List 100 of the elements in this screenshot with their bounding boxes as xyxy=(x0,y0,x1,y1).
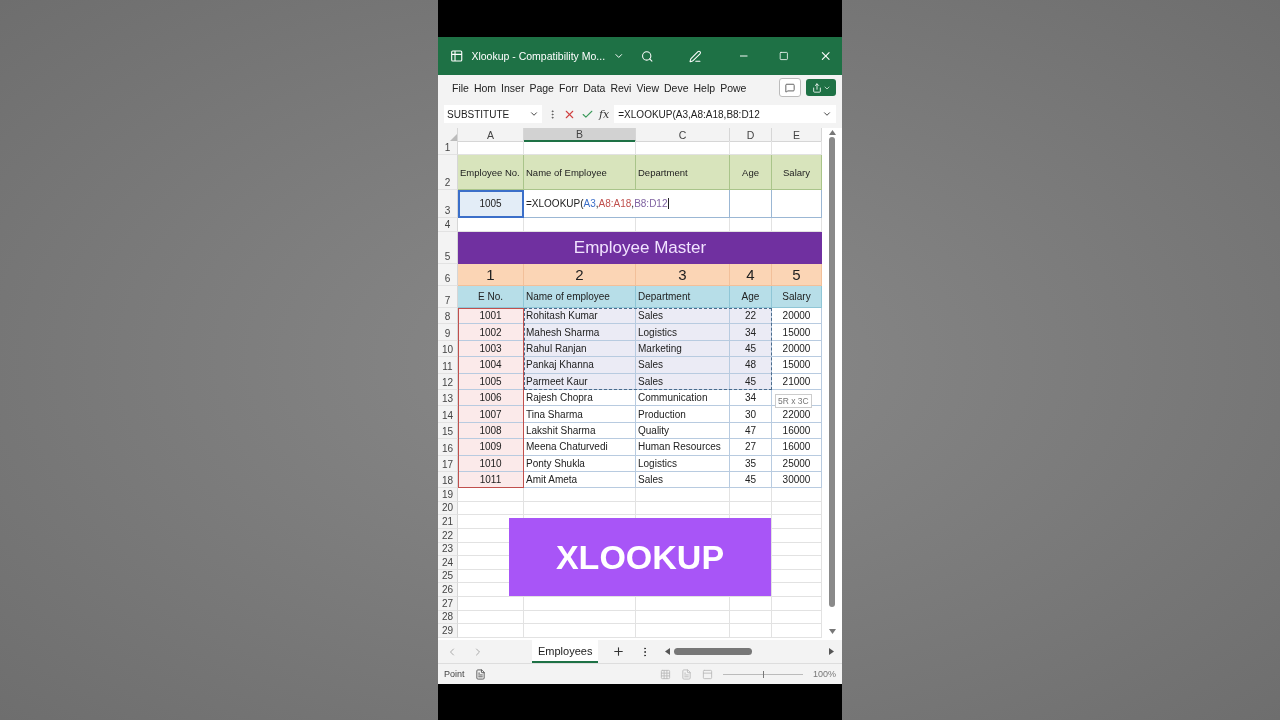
table-cell: Age xyxy=(730,155,772,190)
insert-function-button[interactable]: fx xyxy=(599,107,610,121)
table-cell: E No. xyxy=(458,286,524,308)
menu-tab[interactable]: File xyxy=(452,81,469,94)
scroll-left-icon[interactable] xyxy=(665,648,671,655)
table-cell: Human Resources xyxy=(636,439,730,456)
chevron-down-icon[interactable] xyxy=(822,109,832,119)
maximize-icon[interactable] xyxy=(779,51,789,61)
horizontal-scrollbar[interactable] xyxy=(674,648,753,655)
table-cell: Rohitash Kumar xyxy=(524,308,636,325)
pen-icon[interactable] xyxy=(689,49,702,63)
column-header[interactable]: E xyxy=(772,128,822,142)
table-cell: 16000 xyxy=(772,439,822,456)
table-cell: 20000 xyxy=(772,308,822,325)
menu-tab[interactable]: Forr xyxy=(558,81,579,94)
table-cell: 22000 xyxy=(772,406,822,423)
table-cell: 3 xyxy=(636,264,730,286)
empty-cell xyxy=(772,569,822,584)
table-cell: 2 xyxy=(524,264,636,286)
column-header[interactable]: C xyxy=(636,128,730,142)
formula-text[interactable]: =XLOOKUP(A3,A8:A18,B8:D12 xyxy=(524,190,730,218)
table-cell: 1004 xyxy=(458,357,524,374)
menu-tab[interactable]: Help xyxy=(693,81,716,94)
triangle-icon xyxy=(450,134,457,141)
row-number[interactable]: 19 xyxy=(438,488,458,502)
row-number[interactable]: 22 xyxy=(438,529,458,543)
empty-cell xyxy=(772,542,822,557)
empty-cell xyxy=(772,515,822,530)
comment-icon xyxy=(785,82,795,93)
row-number[interactable]: 7 xyxy=(438,286,458,308)
menu-tab[interactable]: Data xyxy=(583,81,606,94)
column-header[interactable]: A xyxy=(458,128,524,142)
empty-cell xyxy=(772,556,822,570)
empty-cell xyxy=(730,488,772,502)
table-cell: Mahesh Sharma xyxy=(524,324,636,341)
row-number[interactable]: 1 xyxy=(438,141,458,155)
column-header[interactable]: B xyxy=(524,128,636,142)
vertical-scrollbar[interactable] xyxy=(829,137,835,607)
row-number[interactable]: 11 xyxy=(438,357,458,374)
sheet-tab[interactable]: Employees xyxy=(532,640,599,663)
row-number[interactable]: 8 xyxy=(438,308,458,325)
window-title: Xlookup - Compatibility Mo... xyxy=(471,50,606,62)
table-cell: 5 xyxy=(772,264,822,286)
row-number[interactable]: 29 xyxy=(438,624,458,638)
empty-cell xyxy=(772,597,822,611)
menu-tab[interactable]: Inser xyxy=(501,81,525,94)
row-number[interactable]: 6 xyxy=(438,264,458,286)
table-cell: Pankaj Khanna xyxy=(524,357,636,374)
row-number[interactable]: 24 xyxy=(438,556,458,570)
table-cell: Department xyxy=(636,155,730,190)
add-sheet-icon[interactable] xyxy=(612,645,626,658)
menu-tab[interactable]: Deve xyxy=(664,81,689,94)
comment-button[interactable] xyxy=(779,78,801,97)
empty-cell xyxy=(772,529,822,543)
chevron-down-icon[interactable] xyxy=(529,109,539,119)
menu-tab[interactable]: Revi xyxy=(610,81,632,94)
empty-cell xyxy=(772,501,822,516)
table-cell: 1009 xyxy=(458,439,524,456)
table-cell: 15000 xyxy=(772,357,822,374)
share-button[interactable] xyxy=(806,79,836,96)
table-cell: 48 xyxy=(730,357,772,374)
menu-tab[interactable]: Powe xyxy=(720,81,747,94)
table-cell: Logistics xyxy=(636,324,730,341)
formula-input[interactable]: =XLOOKUP(A3,A8:A18,B8:D12 xyxy=(614,105,836,123)
table-cell: 22 xyxy=(730,308,772,325)
table-cell: Department xyxy=(636,286,730,308)
row-number[interactable]: 26 xyxy=(438,583,458,598)
row-number[interactable]: 21 xyxy=(438,515,458,530)
empty-cell xyxy=(772,624,822,638)
menu-tab[interactable]: Page xyxy=(529,81,554,94)
column-header[interactable]: D xyxy=(730,128,772,142)
row-number[interactable]: 4 xyxy=(438,218,458,232)
table-cell: 4 xyxy=(730,264,772,286)
menu-tab[interactable]: Hom xyxy=(473,81,497,94)
table-cell: Name of employee xyxy=(524,286,636,308)
table-cell: Age xyxy=(730,286,772,308)
row-number[interactable]: 9 xyxy=(438,324,458,341)
scroll-down-icon[interactable] xyxy=(828,629,836,634)
status-mode: Point xyxy=(444,669,465,679)
name-box[interactable]: SUBSTITUTE xyxy=(444,105,542,123)
row-number[interactable]: 27 xyxy=(438,597,458,611)
row-number[interactable]: 16 xyxy=(438,439,458,456)
macro-record-icon[interactable] xyxy=(474,668,486,680)
table-cell: Salary xyxy=(772,155,822,190)
row-number[interactable]: 5 xyxy=(438,232,458,264)
table-cell: 15000 xyxy=(772,324,822,341)
empty-cell xyxy=(730,597,772,611)
table-cell: 1005 xyxy=(458,190,524,218)
table-cell: 1 xyxy=(458,264,524,286)
share-icon xyxy=(811,82,822,93)
spreadsheet-app-icon xyxy=(450,49,464,63)
scroll-right-icon[interactable] xyxy=(829,648,834,655)
menu-tab[interactable]: View xyxy=(636,81,659,94)
table-cell: Name of Employee xyxy=(524,155,636,190)
row-number[interactable]: 14 xyxy=(438,406,458,423)
table-cell: Sales xyxy=(636,357,730,374)
scroll-up-icon[interactable] xyxy=(828,130,836,135)
search-icon[interactable] xyxy=(640,49,654,63)
row-number[interactable]: 3 xyxy=(438,190,458,218)
row-number[interactable]: 2 xyxy=(438,155,458,190)
